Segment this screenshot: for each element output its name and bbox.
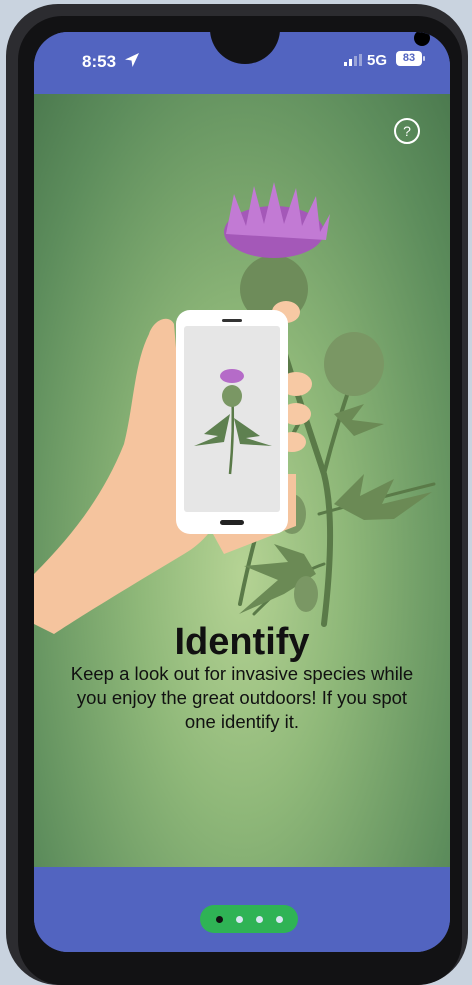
battery-level: 83 [396, 51, 422, 66]
app-screen: 8:53 5G 83 ? Identify Keep a look out fo… [34, 32, 450, 952]
battery-icon [423, 56, 425, 61]
page-dot-1[interactable] [216, 916, 223, 923]
page-description: Keep a look out for invasive species whi… [70, 663, 414, 732]
page-dot-2[interactable] [236, 916, 243, 923]
location-arrow-icon [125, 53, 139, 67]
page-title: Identify [174, 621, 310, 663]
help-button[interactable]: ? [394, 118, 420, 144]
page-indicator [200, 905, 298, 933]
onboarding-content: ? Identify Keep a look out for invasive … [34, 94, 450, 867]
page-dot-3[interactable] [256, 916, 263, 923]
handheld-phone-image [176, 310, 288, 534]
network-type: 5G [367, 52, 388, 69]
status-time: 8:53 [82, 52, 117, 71]
thistle-flower [224, 182, 330, 258]
signal-icon [344, 54, 362, 66]
phone-frame: 8:53 5G 83 ? Identify Keep a look out fo… [6, 4, 468, 985]
identify-illustration [34, 182, 436, 634]
bottom-bar [34, 867, 450, 952]
page-dot-4[interactable] [276, 916, 283, 923]
